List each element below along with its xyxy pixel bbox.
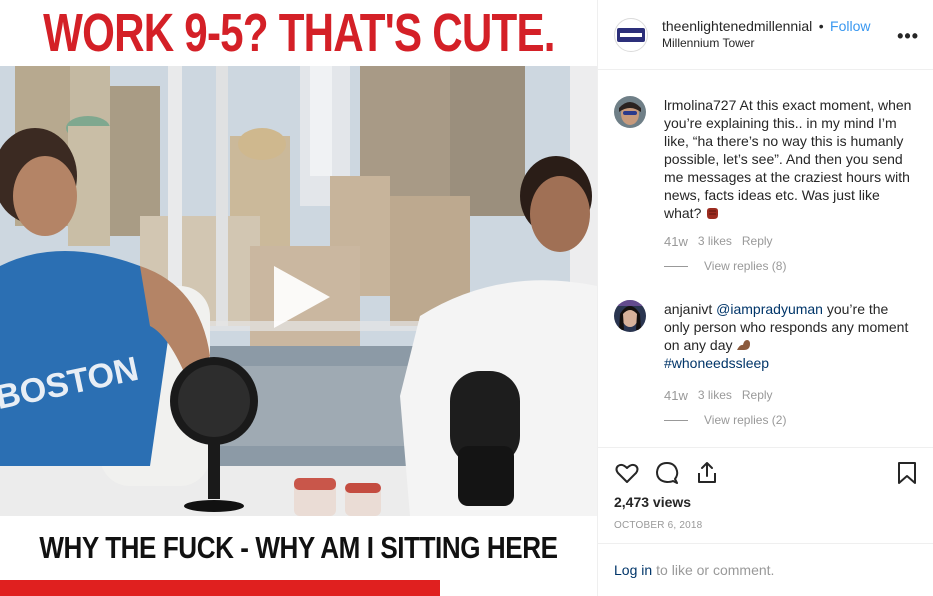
login-bar: Log in to like or comment.	[598, 543, 933, 596]
view-count[interactable]: 2,473 views	[614, 494, 691, 510]
post-side-panel: theenlightenedmillennial • Follow Millen…	[597, 0, 933, 596]
comment-meta: 41w 3 likes Reply	[664, 234, 783, 249]
commenter-avatar[interactable]	[614, 300, 646, 332]
video-red-bar	[0, 580, 440, 596]
play-icon[interactable]	[266, 262, 336, 332]
bottom-caption-text: WHY THE FUCK - WHY AM I SITTING HERE	[39, 530, 558, 565]
comment-time[interactable]: 41w	[664, 234, 688, 249]
view-replies-label: View replies (2)	[704, 413, 787, 427]
account-username[interactable]: theenlightenedmillennial	[662, 18, 812, 34]
comment-hashtag-link[interactable]: #whoneedssleep	[664, 354, 916, 372]
comment-text: anjanivt @iampradyuman you’re the only p…	[664, 300, 916, 372]
video-bottom-caption: WHY THE FUCK - WHY AM I SITTING HERE	[0, 516, 597, 580]
video-top-caption: WORK 9-5? THAT'S CUTE.	[0, 0, 597, 66]
comment-username[interactable]: lrmolina727	[664, 97, 736, 113]
login-link[interactable]: Log in	[614, 562, 652, 578]
heart-icon[interactable]	[614, 460, 640, 486]
account-avatar[interactable]	[614, 17, 648, 52]
comment-likes[interactable]: 3 likes	[698, 388, 732, 403]
post-actions: 2,473 views OCTOBER 6, 2018	[598, 447, 933, 543]
post-date[interactable]: OCTOBER 6, 2018	[614, 520, 702, 531]
fist-emoji-icon	[705, 205, 719, 221]
comments-list[interactable]: lrmolina727 At this exact moment, when y…	[598, 71, 933, 447]
header-separator: •	[818, 17, 824, 34]
replies-divider	[664, 265, 688, 267]
replies-divider	[664, 419, 688, 421]
login-prompt-text: to like or comment.	[656, 562, 775, 578]
comment-text: lrmolina727 At this exact moment, when y…	[664, 96, 916, 222]
view-replies-button[interactable]: View replies (2)	[664, 413, 786, 427]
comment-icon[interactable]	[654, 460, 680, 486]
bookmark-icon[interactable]	[894, 460, 920, 486]
top-caption-text: WORK 9-5? THAT'S CUTE.	[42, 3, 555, 63]
share-icon[interactable]	[694, 460, 720, 486]
comment-username[interactable]: anjanivt	[664, 301, 712, 317]
commenter-avatar[interactable]	[614, 96, 646, 128]
location-link[interactable]: Millennium Tower	[662, 35, 871, 52]
header-text: theenlightenedmillennial • Follow Millen…	[662, 18, 871, 52]
view-replies-label: View replies (8)	[704, 259, 787, 273]
comment-reply-button[interactable]: Reply	[742, 234, 773, 249]
comment-meta: 41w 3 likes Reply	[664, 388, 783, 403]
post-header: theenlightenedmillennial • Follow Millen…	[598, 0, 933, 70]
comment-content: At this exact moment, when you’re explai…	[664, 97, 912, 221]
view-replies-button[interactable]: View replies (8)	[664, 259, 786, 273]
comment-mention-link[interactable]: @iampradyuman	[716, 301, 823, 317]
more-options-icon[interactable]: •••	[897, 26, 919, 47]
post-media[interactable]: WORK 9-5? THAT'S CUTE. BOSTON WHY THE FU…	[0, 0, 597, 596]
comment-time[interactable]: 41w	[664, 388, 688, 403]
comment-reply-button[interactable]: Reply	[742, 388, 773, 403]
comment-likes[interactable]: 3 likes	[698, 234, 732, 249]
follow-button[interactable]: Follow	[830, 18, 870, 34]
flexed-bicep-emoji-icon	[736, 337, 752, 353]
